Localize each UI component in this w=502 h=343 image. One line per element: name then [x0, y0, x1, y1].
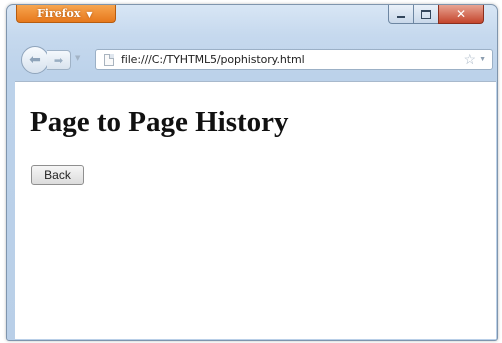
bookmark-star-icon[interactable]: ☆ [464, 51, 477, 68]
arrow-left-icon: ⬅ [29, 52, 41, 68]
close-button[interactable]: ✕ [438, 5, 484, 24]
minimize-icon [397, 16, 405, 18]
forward-nav-button[interactable]: ➡ [47, 50, 71, 70]
browser-window: Firefox ▼ ✕ ⬅ ➡ ▼ file:///C:/TYHTML5/pop… [6, 4, 498, 341]
back-nav-button[interactable]: ⬅ [21, 46, 49, 74]
address-bar[interactable]: file:///C:/TYHTML5/pophistory.html ☆ ▼ [95, 49, 493, 70]
address-dropdown-icon[interactable]: ▼ [479, 56, 486, 63]
page-title: Page to Page History [30, 106, 289, 138]
minimize-button[interactable] [388, 5, 414, 24]
firefox-menu-label: Firefox [37, 7, 81, 20]
page-icon [104, 53, 114, 66]
address-text[interactable]: file:///C:/TYHTML5/pophistory.html [121, 53, 464, 66]
firefox-menu-button[interactable]: Firefox ▼ [16, 5, 116, 23]
page-content: Page to Page History Back [15, 81, 496, 339]
back-button[interactable]: Back [31, 165, 84, 185]
chevron-down-icon: ▼ [86, 8, 93, 19]
arrow-right-icon: ➡ [53, 53, 64, 67]
close-icon: ✕ [455, 7, 467, 21]
history-dropdown-icon[interactable]: ▼ [75, 54, 80, 62]
maximize-button[interactable] [413, 5, 439, 24]
maximize-icon [421, 9, 431, 19]
navigation-toolbar: ⬅ ➡ ▼ file:///C:/TYHTML5/pophistory.html… [19, 45, 497, 75]
